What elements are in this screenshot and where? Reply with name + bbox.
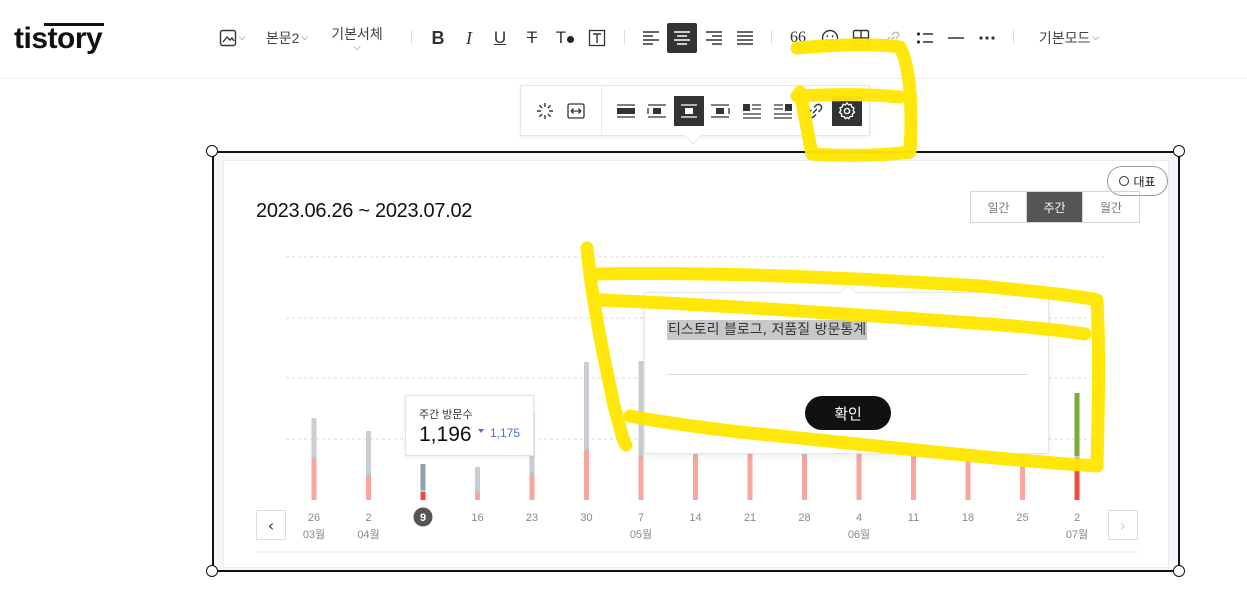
- bold-icon: B: [431, 27, 445, 48]
- align-justify-icon: [737, 31, 753, 45]
- underline-icon: U: [493, 28, 507, 47]
- quote-button[interactable]: 66: [786, 24, 810, 52]
- chevron-down-icon: ⌵: [238, 33, 246, 43]
- image-float-right-button[interactable]: [768, 96, 798, 126]
- bold-button[interactable]: B: [426, 24, 450, 52]
- resize-handle-bottom-right[interactable]: [1173, 565, 1185, 577]
- sparkle-icon: [537, 103, 553, 119]
- text-background-icon: [588, 29, 606, 47]
- resize-handle-top-left[interactable]: [206, 145, 218, 157]
- image-icon: [219, 29, 236, 47]
- image-toolbar-arrow: [684, 127, 702, 145]
- float-left-icon: [743, 104, 761, 119]
- align-center-button[interactable]: [667, 23, 697, 53]
- image-center-icon: [681, 104, 697, 118]
- float-right-icon: [774, 104, 792, 119]
- editor-page: tistory ⌵ 본문2 ⌵ 기본서체 ⌵ B I U T T 66 기본모드…: [0, 0, 1247, 591]
- image-toolbar: [520, 85, 870, 145]
- table-icon: [852, 29, 870, 47]
- horizontal-line-button[interactable]: [944, 24, 968, 52]
- align-right-button[interactable]: [702, 24, 726, 52]
- strikethrough-button[interactable]: T: [520, 24, 544, 52]
- toolbar-divider: [771, 30, 772, 44]
- bullet-list-button[interactable]: [913, 24, 937, 52]
- chevron-down-icon: ⌵: [1092, 33, 1100, 43]
- text-background-button[interactable]: [585, 24, 609, 52]
- image-full-width-button[interactable]: [611, 96, 641, 126]
- chevron-down-icon: ⌵: [353, 43, 361, 53]
- image-float-left-button[interactable]: [737, 96, 767, 126]
- insert-image-button[interactable]: ⌵: [216, 24, 248, 52]
- align-right-icon: [706, 31, 722, 45]
- link-icon: [807, 103, 823, 119]
- align-justify-button[interactable]: [733, 24, 757, 52]
- editor-toolbar: tistory ⌵ 본문2 ⌵ 기본서체 ⌵ B I U T T 66 기본모드…: [0, 0, 1247, 79]
- editor-mode-dropdown[interactable]: 기본모드 ⌵: [1033, 24, 1105, 52]
- emoticon-button[interactable]: [818, 24, 842, 52]
- image-effect-button[interactable]: [530, 96, 560, 126]
- align-left-button[interactable]: [639, 24, 663, 52]
- font-family-dropdown[interactable]: 기본서체 ⌵: [326, 24, 388, 53]
- bullet-list-icon: [916, 32, 933, 44]
- toolbar-divider: [624, 30, 625, 44]
- image-link-button[interactable]: [800, 96, 830, 126]
- horizontal-line-icon: [948, 37, 964, 39]
- image-selection-frame: [212, 151, 1180, 572]
- image-settings-button[interactable]: [832, 96, 862, 126]
- tistory-logo[interactable]: tistory: [14, 22, 103, 56]
- smile-icon: [821, 29, 839, 47]
- toolbar-divider: [1013, 30, 1014, 44]
- text-color-button[interactable]: T: [552, 24, 578, 52]
- quote-icon: 66: [790, 29, 806, 46]
- strikethrough-icon: T: [526, 28, 538, 47]
- align-left-icon: [643, 31, 659, 45]
- image-align-left-button[interactable]: [642, 96, 672, 126]
- gear-icon: [838, 102, 856, 120]
- more-dots-icon: [979, 36, 995, 40]
- table-button[interactable]: [849, 24, 873, 52]
- more-button[interactable]: [975, 24, 999, 52]
- image-align-center-button[interactable]: [674, 96, 704, 126]
- italic-icon: I: [466, 27, 472, 48]
- chevron-down-icon: ⌵: [301, 33, 309, 43]
- link-button[interactable]: [881, 24, 905, 52]
- italic-button[interactable]: I: [457, 24, 481, 52]
- resize-handle-top-right[interactable]: [1173, 145, 1185, 157]
- resize-handle-bottom-left[interactable]: [206, 565, 218, 577]
- font-family-label: 기본서체: [331, 26, 383, 42]
- full-width-icon: [617, 104, 635, 118]
- paragraph-style-dropdown[interactable]: 본문2 ⌵: [262, 24, 312, 52]
- image-toolbar-divider: [601, 86, 602, 137]
- align-center-icon: [674, 31, 690, 45]
- link-icon: [886, 31, 900, 45]
- image-right-icon: [711, 104, 730, 118]
- resize-icon: [567, 103, 585, 119]
- text-color-icon: T: [556, 28, 575, 48]
- image-resize-button[interactable]: [561, 96, 591, 126]
- image-left-icon: [647, 104, 666, 118]
- image-align-right-button[interactable]: [705, 96, 735, 126]
- editor-mode-label: 기본모드: [1038, 30, 1091, 46]
- underline-button[interactable]: U: [488, 24, 512, 52]
- toolbar-divider: [411, 30, 412, 44]
- paragraph-style-label: 본문2: [265, 30, 300, 46]
